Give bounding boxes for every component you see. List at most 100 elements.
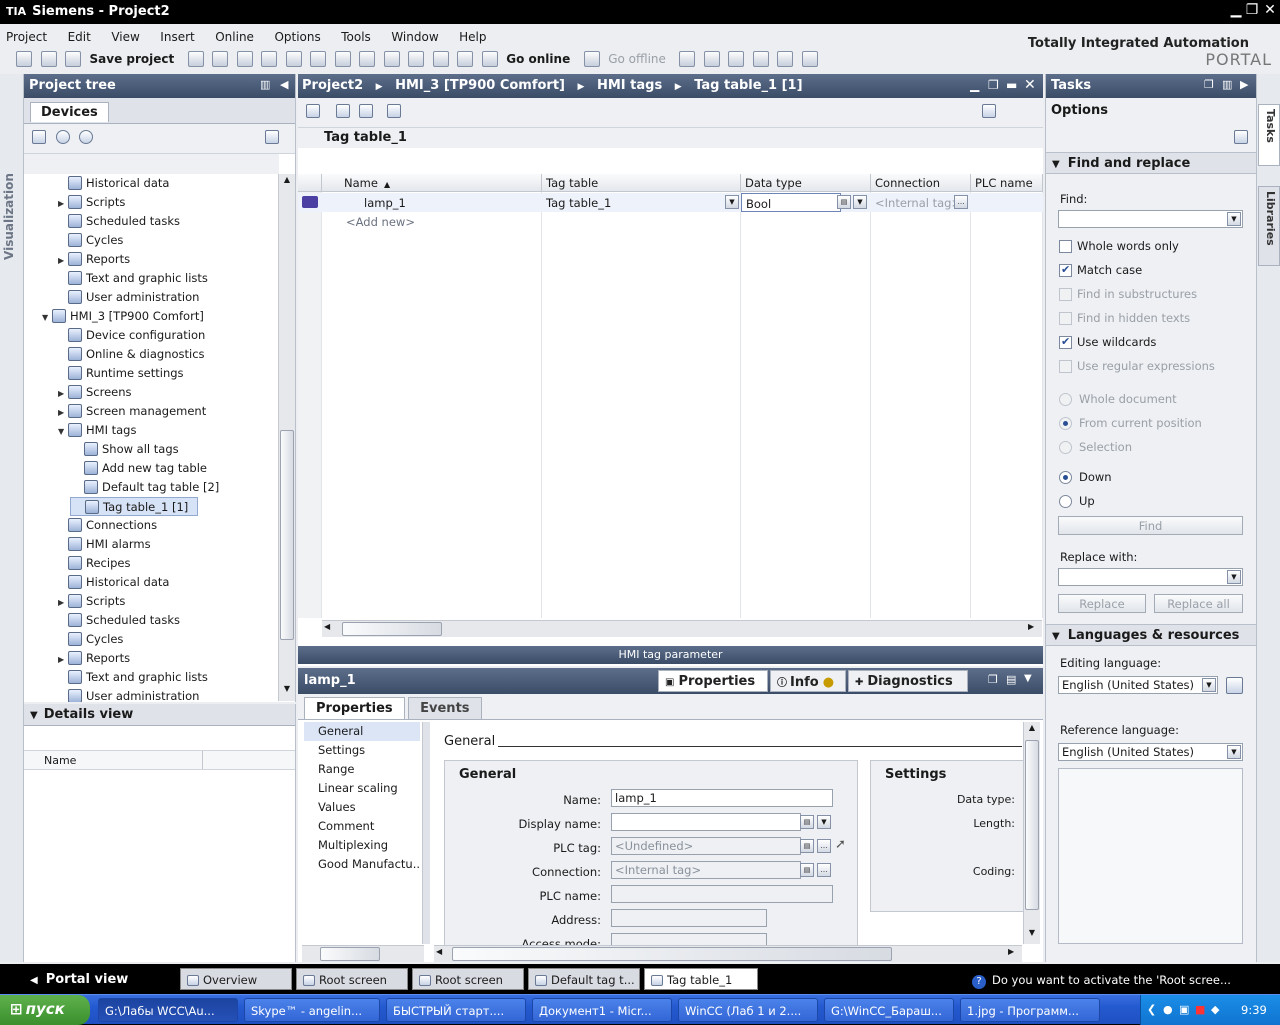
delete-icon[interactable] <box>285 51 302 67</box>
tray-antivirus-icon[interactable]: ■ <box>1195 1003 1205 1016</box>
menu-edit[interactable]: Edit <box>68 30 91 44</box>
table-row[interactable]: lamp_1 Tag table_1 ▼ Bool ▤ ▼ <Internal … <box>298 193 1043 212</box>
header-data-type[interactable]: Data type <box>741 174 871 192</box>
go-offline-icon[interactable] <box>583 51 600 67</box>
tree-item[interactable]: Show all tags <box>24 440 278 459</box>
props-scroll-right-icon[interactable]: ▶ <box>1008 947 1014 956</box>
radio-whole-document[interactable] <box>1059 393 1072 406</box>
export-icon[interactable] <box>335 104 350 118</box>
cell-tag-table[interactable]: Tag table_1 <box>542 193 615 212</box>
connection-field[interactable]: <Internal tag> <box>611 861 801 879</box>
add-new-row[interactable]: <Add new> <box>342 212 419 231</box>
upload-icon[interactable] <box>408 51 425 67</box>
plc-tag-field[interactable]: <Undefined> <box>611 837 801 855</box>
taskbar-item-quickstart[interactable]: БЫСТРЫЙ старт.... <box>386 998 526 1022</box>
copy-icon[interactable] <box>236 51 253 67</box>
menu-project[interactable]: Project <box>6 30 47 44</box>
plc-name-field[interactable] <box>611 885 833 903</box>
tab-properties[interactable]: ▣ Properties <box>658 670 768 692</box>
save-project-button[interactable]: Save project <box>90 52 175 66</box>
display-name-dropdown-icon[interactable]: ▼ <box>817 815 831 829</box>
breadcrumb-device[interactable]: HMI_3 [TP900 Comfort] <box>395 78 565 93</box>
radio-down[interactable] <box>1059 471 1072 484</box>
props-scroll-thumb[interactable] <box>1025 740 1039 910</box>
taskbar-item-image[interactable]: 1.jpg - Программ... <box>960 998 1100 1022</box>
tree-item[interactable]: ▶ Scripts <box>24 193 278 212</box>
checkbox-regex[interactable] <box>1059 360 1072 373</box>
props-scroll-up-icon[interactable]: ▲ <box>1025 723 1039 732</box>
paste-icon[interactable] <box>261 51 278 67</box>
header-name[interactable]: Name ▲ <box>322 174 542 192</box>
data-type-dropdown-icon[interactable]: ▼ <box>853 195 867 209</box>
replace-button[interactable]: Replace <box>1058 594 1146 613</box>
grid-scroll-thumb[interactable] <box>342 622 442 636</box>
data-type-browse-icon[interactable]: ▤ <box>837 195 851 209</box>
import-icon[interactable] <box>359 104 373 118</box>
taskbar-item-wincc-lab[interactable]: WinCC (Лаб 1 и 2.... <box>678 998 818 1022</box>
new-item-icon[interactable] <box>32 130 46 144</box>
menu-insert[interactable]: Insert <box>160 30 194 44</box>
name-field[interactable]: lamp_1 <box>611 789 833 807</box>
tree-item[interactable]: ▶ Scripts <box>24 592 278 611</box>
nav-range[interactable]: Range <box>304 760 420 779</box>
editor-float-icon[interactable]: ❐ <box>988 78 999 92</box>
tree-item[interactable]: Scheduled tasks <box>24 212 278 231</box>
tree-item[interactable]: Recipes <box>24 554 278 573</box>
collapsed-arrow-icon[interactable]: ▶ <box>58 384 68 403</box>
tasks-collapse-icon[interactable]: ▶ <box>1240 78 1248 91</box>
cell-name[interactable]: lamp_1 <box>360 193 410 212</box>
replace-all-button[interactable]: Replace all <box>1154 594 1243 613</box>
connection-browse-icon[interactable]: ▤ <box>800 863 814 877</box>
header-plc-name[interactable]: PLC name <box>971 174 1043 192</box>
menu-online[interactable]: Online <box>215 30 254 44</box>
tree-item[interactable]: Online & diagnostics <box>24 345 278 364</box>
details-view-header[interactable]: ▼ Details view <box>24 704 295 726</box>
editor-minimize-icon[interactable]: ▁ <box>970 78 979 92</box>
details-column-name[interactable]: Name <box>44 754 76 767</box>
new-project-icon[interactable] <box>16 51 32 67</box>
status-message[interactable]: ? Do you want to activate the 'Root scree… <box>972 973 1231 989</box>
editing-language-dropdown-icon[interactable]: ▼ <box>1202 678 1216 692</box>
taskbar-item-skype[interactable]: Skype™ - angelin... <box>244 998 380 1022</box>
radio-selection[interactable] <box>1059 441 1072 454</box>
tasks-side-tab[interactable]: Tasks <box>1258 104 1280 166</box>
simulate-icon[interactable] <box>432 51 449 67</box>
tree-item[interactable]: ▼ HMI tags <box>24 421 278 440</box>
props-hscrollbar[interactable]: ◀ ▶ <box>434 945 1022 962</box>
split-horizontal-icon[interactable] <box>777 51 794 67</box>
status-tab-default-tag-table[interactable]: Default tag t... <box>528 968 640 990</box>
props-scroll-down-icon[interactable]: ▼ <box>1025 928 1039 937</box>
collapse-left-icon[interactable]: ◀ <box>280 78 288 91</box>
hmi-tag-parameter-bar[interactable]: HMI tag parameter <box>298 646 1043 664</box>
connection-more-icon[interactable]: … <box>817 863 831 877</box>
tree-item[interactable]: Scheduled tasks <box>24 611 278 630</box>
checkbox-substructures[interactable] <box>1059 288 1072 301</box>
tag-table-dropdown-icon[interactable]: ▼ <box>725 195 739 209</box>
redo-icon[interactable] <box>334 51 351 67</box>
menu-view[interactable]: View <box>111 30 139 44</box>
status-tab-root-screen-2[interactable]: Root screen <box>412 968 524 990</box>
tree-item[interactable]: Cycles <box>24 630 278 649</box>
tree-item[interactable]: ▶ Screen management <box>24 402 278 421</box>
editing-language-select[interactable]: English (United States) <box>1058 676 1218 694</box>
find-button[interactable]: Find <box>1058 516 1243 535</box>
collapsed-arrow-icon[interactable]: ▶ <box>58 403 68 422</box>
tree-item[interactable]: User administration <box>24 288 278 307</box>
tree-item[interactable]: ▶ Screens <box>24 383 278 402</box>
nav-good-manufacturing[interactable]: Good Manufactu... <box>304 855 420 874</box>
accessible-devices-icon[interactable] <box>679 51 696 67</box>
tree-item[interactable]: ▼ HMI_3 [TP900 Comfort] <box>24 307 278 326</box>
nav-multiplexing[interactable]: Multiplexing <box>304 836 420 855</box>
cross-reference-icon[interactable] <box>752 51 769 67</box>
nav-hscrollbar[interactable] <box>302 945 424 962</box>
open-project-icon[interactable] <box>40 51 57 67</box>
collapsed-arrow-icon[interactable]: ▶ <box>58 593 68 612</box>
pin-icon[interactable]: ▥ <box>260 78 270 91</box>
tray-arrow-icon[interactable]: ❮ <box>1147 1003 1156 1016</box>
scroll-left-icon[interactable]: ◀ <box>324 622 330 631</box>
expanded-arrow-icon[interactable]: ▼ <box>42 308 52 327</box>
monitor-icon[interactable] <box>386 104 401 118</box>
forward-icon[interactable] <box>79 130 93 144</box>
scroll-down-icon[interactable]: ▼ <box>280 684 294 698</box>
replace-dropdown-icon[interactable]: ▼ <box>1227 570 1241 584</box>
